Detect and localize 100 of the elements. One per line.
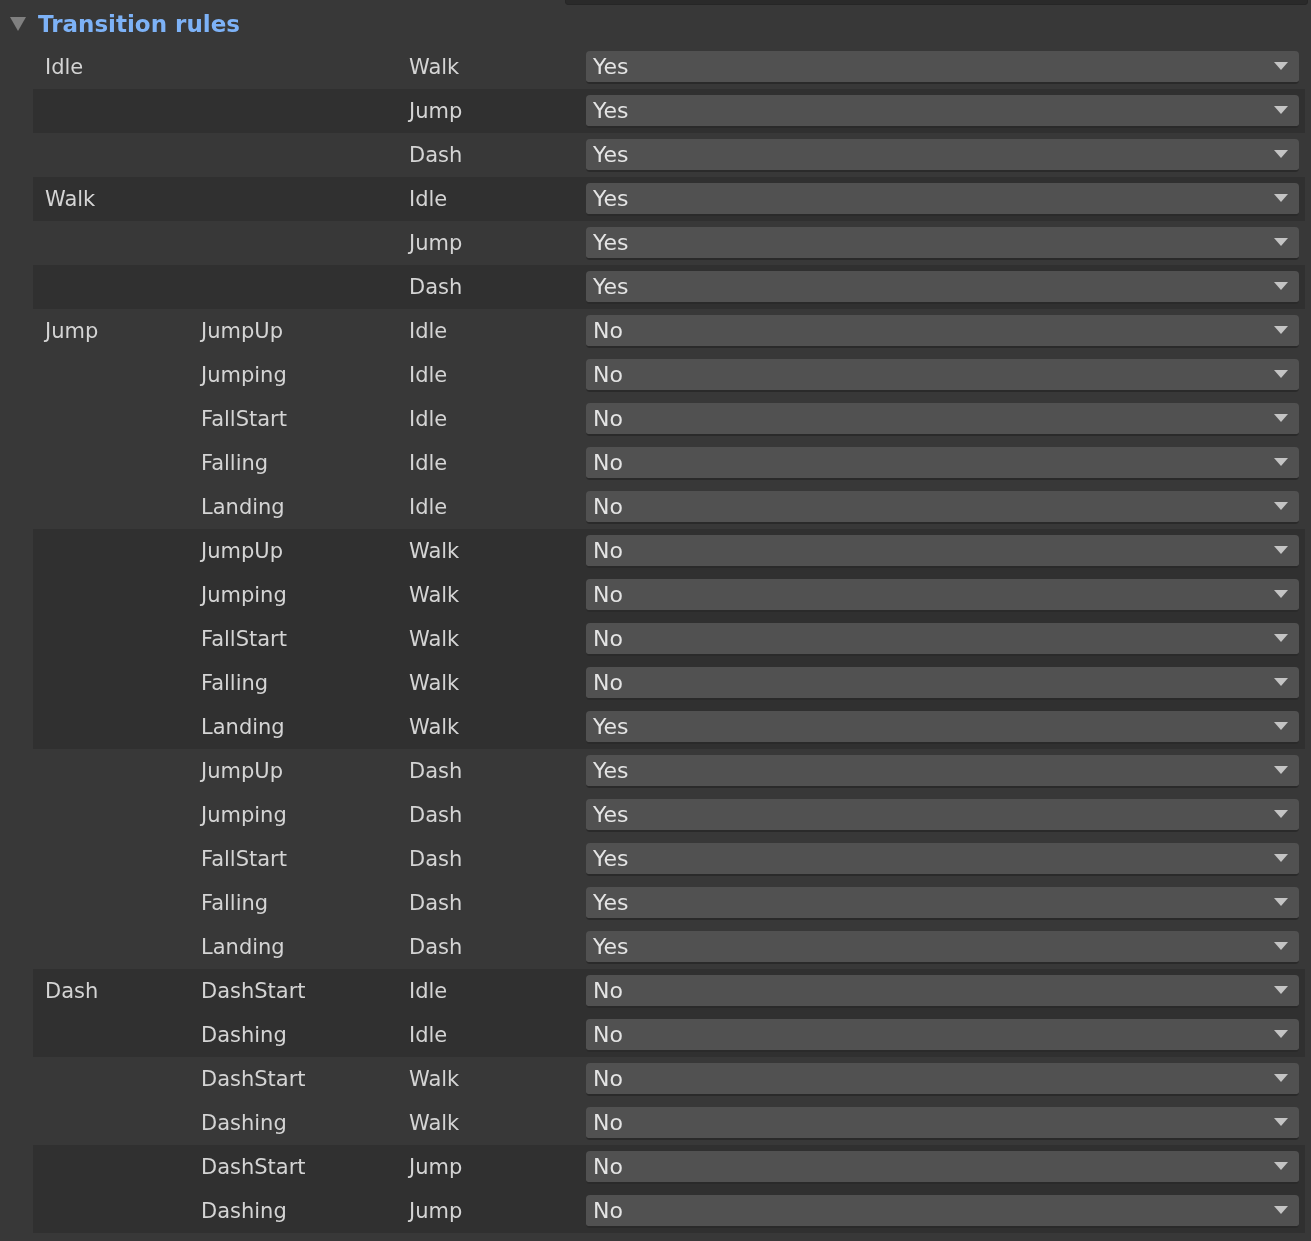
caret-icon [1274, 62, 1288, 70]
dropdown[interactable]: Yes [586, 798, 1299, 832]
target-state-label: Idle [409, 319, 448, 343]
caret-icon [1274, 1030, 1288, 1038]
state-label: Dash [45, 979, 99, 1003]
dropdown[interactable]: No [586, 974, 1299, 1008]
dropdown[interactable]: No [586, 358, 1299, 392]
dropdown[interactable]: No [586, 1062, 1299, 1096]
substate-label: Falling [201, 891, 269, 915]
caret-icon [1274, 854, 1288, 862]
caret-icon [1274, 282, 1288, 290]
target-state-label: Dash [409, 935, 463, 959]
substate-label: JumpUp [201, 319, 283, 343]
dropdown[interactable]: Yes [586, 50, 1299, 84]
target-state-label: Dash [409, 891, 463, 915]
dropdown[interactable]: Yes [586, 886, 1299, 920]
target-state-label: Walk [409, 627, 460, 651]
caret-icon [1274, 546, 1288, 554]
dropdown[interactable]: Yes [586, 226, 1299, 260]
caret-icon [1274, 1206, 1288, 1214]
target-state-label: Walk [409, 1067, 460, 1091]
target-state-label: Walk [409, 583, 460, 607]
dropdown[interactable]: Yes [586, 930, 1299, 964]
substate-label: FallStart [201, 407, 287, 431]
caret-icon [1274, 766, 1288, 774]
caret-icon [1274, 414, 1288, 422]
section-title[interactable]: Transition rules [38, 10, 240, 37]
caret-icon [1274, 150, 1288, 158]
caret-icon [1274, 1118, 1288, 1126]
caret-icon [1274, 502, 1288, 510]
dropdown[interactable]: Yes [586, 710, 1299, 744]
dropdown[interactable]: No [586, 666, 1299, 700]
target-state-label: Idle [409, 979, 448, 1003]
caret-icon [1274, 898, 1288, 906]
target-state-label: Idle [409, 363, 448, 387]
substate-label: Jumping [201, 803, 287, 827]
dropdown[interactable]: No [586, 446, 1299, 480]
dropdown[interactable]: No [586, 622, 1299, 656]
dropdown[interactable]: No [586, 578, 1299, 612]
dropdown[interactable]: No [586, 402, 1299, 436]
state-label: Idle [45, 55, 84, 79]
target-state-label: Jump [409, 1155, 463, 1179]
dropdown[interactable]: Yes [586, 94, 1299, 128]
target-state-label: Jump [409, 231, 463, 255]
caret-icon [1274, 590, 1288, 598]
substate-label: DashStart [201, 979, 306, 1003]
caret-icon [1274, 810, 1288, 818]
substate-label: Dashing [201, 1111, 287, 1135]
dropdown[interactable]: Yes [586, 138, 1299, 172]
state-label: Jump [45, 319, 99, 343]
dropdown[interactable]: No [586, 1150, 1299, 1184]
caret-icon [1274, 370, 1288, 378]
target-state-label: Walk [409, 55, 460, 79]
dropdown[interactable]: No [586, 314, 1299, 348]
dropdown[interactable]: No [586, 1018, 1299, 1052]
substate-label: Jumping [201, 583, 287, 607]
target-state-label: Idle [409, 407, 448, 431]
target-state-label: Dash [409, 847, 463, 871]
caret-icon [1274, 458, 1288, 466]
caret-icon [1274, 1162, 1288, 1170]
substate-label: Falling [201, 451, 269, 475]
target-state-label: Jump [409, 99, 463, 123]
caret-icon [1274, 986, 1288, 994]
target-state-label: Idle [409, 1023, 448, 1047]
substate-label: Falling [201, 671, 269, 695]
substate-label: DashStart [201, 1067, 306, 1091]
target-state-label: Walk [409, 1111, 460, 1135]
caret-icon [1274, 634, 1288, 642]
dropdown[interactable]: Yes [586, 842, 1299, 876]
substate-label: Dashing [201, 1199, 287, 1223]
caret-icon [1274, 106, 1288, 114]
dropdown[interactable]: No [586, 1106, 1299, 1140]
dropdown[interactable]: No [586, 490, 1299, 524]
target-state-label: Dash [409, 803, 463, 827]
dropdown[interactable]: No [586, 534, 1299, 568]
dropdown[interactable]: No [586, 1194, 1299, 1228]
target-state-label: Idle [409, 495, 448, 519]
caret-icon [1274, 238, 1288, 246]
substate-label: JumpUp [201, 759, 283, 783]
target-state-label: Dash [409, 143, 463, 167]
target-state-label: Dash [409, 759, 463, 783]
dropdown[interactable]: Yes [586, 270, 1299, 304]
target-state-label: Walk [409, 671, 460, 695]
substate-label: DashStart [201, 1155, 306, 1179]
target-state-label: Walk [409, 539, 460, 563]
state-label: Walk [45, 187, 96, 211]
target-state-label: Walk [409, 715, 460, 739]
caret-icon [1274, 722, 1288, 730]
substate-label: FallStart [201, 847, 287, 871]
dropdown[interactable]: Yes [586, 182, 1299, 216]
caret-icon [1274, 326, 1288, 334]
target-state-label: Idle [409, 451, 448, 475]
substate-label: FallStart [201, 627, 287, 651]
foldout-arrow-icon[interactable] [9, 15, 27, 32]
substate-label: Dashing [201, 1023, 287, 1047]
substate-label: Landing [201, 495, 285, 519]
substate-label: Landing [201, 935, 285, 959]
caret-icon [1274, 194, 1288, 202]
caret-icon [1274, 1074, 1288, 1082]
dropdown[interactable]: Yes [586, 754, 1299, 788]
